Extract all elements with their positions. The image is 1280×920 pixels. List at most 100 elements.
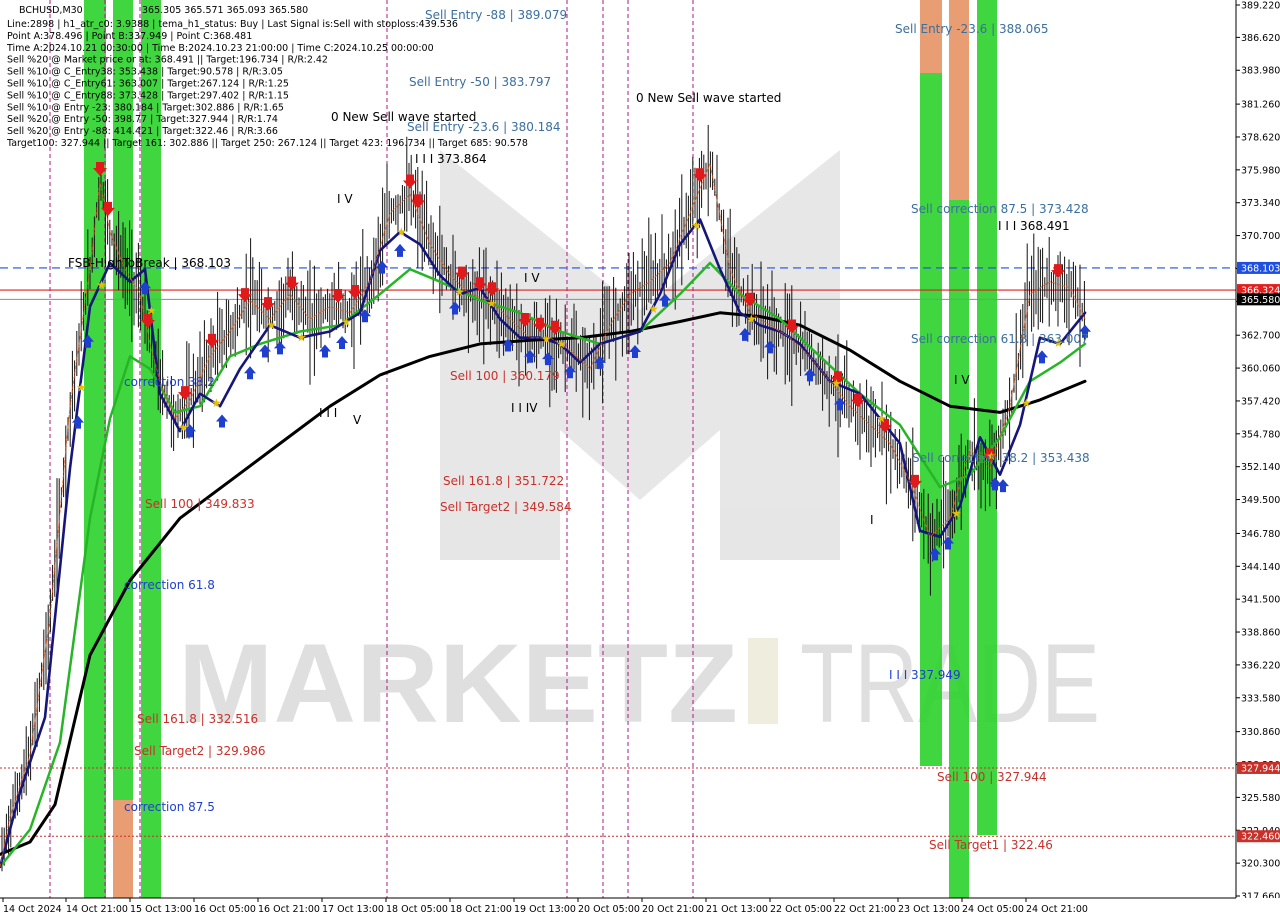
time-tick-label: 24 Oct 21:00: [1026, 904, 1088, 915]
star-marker-icon: ★: [876, 412, 887, 426]
price-tick-label: 370.700: [1241, 231, 1280, 242]
price-tick-label: 360.060: [1241, 364, 1280, 375]
chart-annotation: Sell 100 | 360.179: [450, 369, 560, 383]
price-tick-label: 352.140: [1241, 462, 1280, 473]
chart-annotation: Sell correction 38.2 | 353.438: [912, 451, 1090, 465]
time-tick-label: 22 Oct 05:00: [770, 904, 832, 915]
chart-annotation: I I I 368.491: [998, 219, 1070, 233]
time-tick-label: 24 Oct 05:00: [962, 904, 1024, 915]
price-tick-label: 357.420: [1241, 396, 1280, 407]
info-line: Sell %20 @ Entry -88: 414.421 | Target:3…: [7, 126, 278, 137]
star-marker-icon: ★: [1021, 396, 1032, 410]
price-tick-label: 325.580: [1241, 793, 1280, 804]
time-tick-label: 23 Oct 13:00: [898, 904, 960, 915]
info-line: Sell %10 @ Entry -23: 380.184 | Target:3…: [7, 102, 284, 113]
price-tick-label: 330.860: [1241, 727, 1280, 738]
chart-canvas[interactable]: MARKETZ TRADE ★★★★★★★★★★★★★★★★★★★★★★ Se: [0, 0, 1280, 920]
price-tick-label: 344.140: [1241, 562, 1280, 573]
chart-annotation: V: [353, 413, 362, 427]
price-tick-label: 346.780: [1241, 529, 1280, 540]
info-line: Sell %10 @ C_Entry38: 353.438 | Target:9…: [7, 67, 283, 78]
time-tick-label: 20 Oct 21:00: [642, 904, 704, 915]
chart-annotation: Sell Target1 | 322.46: [929, 838, 1053, 852]
time-axis[interactable]: 14 Oct 2024 14 Oct 21:00 15 Oct 13:00 16 Oc…: [0, 897, 1280, 920]
chart-annotation: Sell Target2 | 349.584: [440, 500, 572, 514]
price-tick-label: 354.780: [1241, 429, 1280, 440]
zone-bar-green: [920, 73, 942, 766]
star-marker-icon: ★: [556, 337, 567, 351]
star-marker-icon: ★: [648, 302, 659, 316]
price-tick-label: 383.980: [1241, 66, 1280, 77]
time-tick-label: 19 Oct 13:00: [514, 904, 576, 915]
info-line: Point A:378.496 | Point B:337.949 | Poin…: [7, 31, 252, 42]
chart-annotation: I I I 373.864: [415, 152, 487, 166]
time-tick-label: 16 Oct 21:00: [258, 904, 320, 915]
star-marker-icon: ★: [266, 318, 277, 332]
price-tick-label: 381.260: [1241, 100, 1280, 111]
zone-bar-orange: [920, 0, 942, 73]
time-tick-label: 17 Oct 13:00: [322, 904, 384, 915]
zone-bar-orange: [113, 800, 133, 898]
star-marker-icon: ★: [146, 304, 157, 318]
star-marker-icon: ★: [211, 396, 222, 410]
price-tick-label: 320.300: [1241, 859, 1280, 870]
star-marker-icon: ★: [541, 332, 552, 346]
star-marker-icon: ★: [178, 420, 189, 434]
chart-annotation: Sell correction 61.8 | 363.007: [911, 332, 1089, 346]
chart-annotation: Sell Target2 | 329.986: [134, 744, 266, 758]
star-marker-icon: ★: [831, 376, 842, 390]
time-tick-label: 22 Oct 21:00: [834, 904, 896, 915]
price-badge-label: 322.460: [1241, 832, 1280, 843]
price-tick-label: 389.220: [1241, 1, 1280, 12]
time-tick-label: 16 Oct 05:00: [194, 904, 256, 915]
star-marker-icon: ★: [746, 312, 757, 326]
star-marker-icon: ★: [454, 285, 465, 299]
chart-annotation: correction 87.5: [124, 800, 215, 814]
price-tick-label: 386.620: [1241, 33, 1280, 44]
chart-annotation: I I I 337.949: [889, 668, 961, 682]
time-tick-label: 15 Oct 13:00: [130, 904, 192, 915]
star-marker-icon: ★: [296, 331, 307, 345]
price-tick-label: 362.700: [1241, 331, 1280, 342]
star-marker-icon: ★: [396, 225, 407, 239]
zone-bar-green: [949, 200, 969, 898]
chart-annotation: Sell 161.8 | 351.722: [443, 474, 564, 488]
price-badge-label: 327.944: [1241, 763, 1280, 774]
star-marker-icon: ★: [96, 278, 107, 292]
time-axis-background: [0, 898, 1280, 920]
chart-annotation: correction 61.8: [124, 578, 215, 592]
info-line: Sell %10 @ C_Entry61: 363.007 | Target:2…: [7, 79, 289, 90]
info-line: Sell %10 @ C_Entry88: 373.428 | Target:2…: [7, 90, 289, 101]
chart-annotation: I I IV: [511, 401, 538, 415]
star-marker-icon: ★: [76, 380, 87, 394]
price-tick-label: 373.340: [1241, 198, 1280, 209]
chart-annotation: 0 New Sell wave started: [636, 91, 781, 105]
time-tick-label: 14 Oct 2024: [3, 904, 62, 915]
chart-annotation: 0 New Sell wave started: [331, 110, 476, 124]
star-marker-icon: ★: [341, 315, 352, 329]
chart-annotation: I I I: [319, 406, 337, 420]
price-badge-label: 365.580: [1241, 295, 1280, 306]
price-tick-label: 375.980: [1241, 165, 1280, 176]
price-tick-label: 336.220: [1241, 660, 1280, 671]
time-tick-label: 21 Oct 13:00: [706, 904, 768, 915]
star-marker-icon: ★: [486, 296, 497, 310]
price-axis[interactable]: 389.220 386.620 383.980 381.260 378.620 375.9…: [1235, 0, 1280, 903]
time-tick-label: 20 Oct 05:00: [578, 904, 640, 915]
chart-symbol: BCHUSD,M30: [19, 5, 83, 16]
chart-annotation: Sell 161.8 | 332.516: [137, 712, 258, 726]
chart-annotation: Sell Entry -23.6 | 388.065: [895, 22, 1049, 36]
price-tick-label: 333.580: [1241, 693, 1280, 704]
chart-annotation: Sell 100 | 349.833: [145, 497, 255, 511]
star-marker-icon: ★: [691, 219, 702, 233]
chart-annotation: Sell 100 | 327.944: [937, 770, 1047, 784]
info-line: Sell %20 @ Entry -50: 398.77 | Target:32…: [7, 114, 278, 125]
time-tick-label: 18 Oct 05:00: [386, 904, 448, 915]
zone-bar-green: [977, 0, 997, 835]
chart-annotation: FSB-HighToBreak | 368.103: [68, 256, 231, 270]
trading-chart[interactable]: MARKETZ TRADE ★★★★★★★★★★★★★★★★★★★★★★ Se: [0, 0, 1280, 920]
chart-annotation: Sell correction 87.5 | 373.428: [911, 202, 1089, 216]
watermark-brand-left: MARKETZ: [178, 621, 738, 746]
info-line: Sell %20 @ Market price or at: 368.491 |…: [7, 55, 328, 66]
time-tick-label: 14 Oct 21:00: [66, 904, 128, 915]
